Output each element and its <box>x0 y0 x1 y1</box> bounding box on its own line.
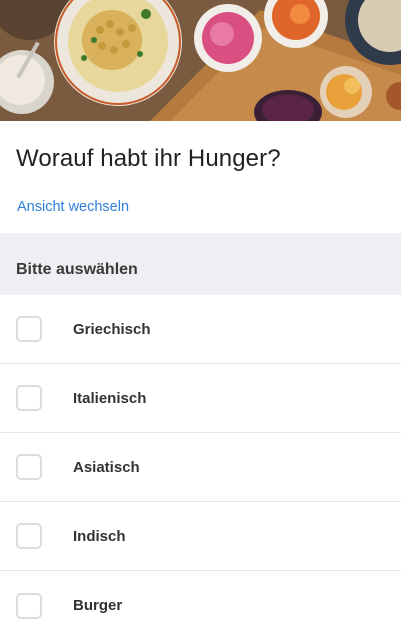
option-label: Griechisch <box>73 320 151 338</box>
option-label: Indisch <box>73 527 126 545</box>
switch-view-link[interactable]: Ansicht wechseln <box>17 199 129 215</box>
option-indisch[interactable]: Indisch <box>0 502 401 571</box>
option-asiatisch[interactable]: Asiatisch <box>0 433 401 502</box>
option-griechisch[interactable]: Griechisch <box>0 295 401 364</box>
option-label: Burger <box>73 597 123 614</box>
checkbox[interactable] <box>16 316 42 342</box>
option-label: Asiatisch <box>73 458 140 476</box>
hero-food-image <box>0 0 401 121</box>
option-italienisch[interactable]: Italienisch <box>0 364 401 433</box>
checkbox[interactable] <box>16 592 42 619</box>
checkbox[interactable] <box>16 523 42 549</box>
cuisine-options-list: Griechisch Italienisch Asiatisch Indisch… <box>0 295 401 639</box>
checkbox[interactable] <box>16 385 42 411</box>
option-label: Italienisch <box>73 389 147 407</box>
option-burger[interactable]: Burger <box>0 571 401 639</box>
section-header: Bitte auswählen <box>0 233 401 295</box>
page-title: Worauf habt ihr Hunger? <box>16 145 281 172</box>
page-header: Worauf habt ihr Hunger? Ansicht wechseln <box>0 121 401 233</box>
checkbox[interactable] <box>16 454 42 480</box>
section-label: Bitte auswählen <box>16 261 138 278</box>
